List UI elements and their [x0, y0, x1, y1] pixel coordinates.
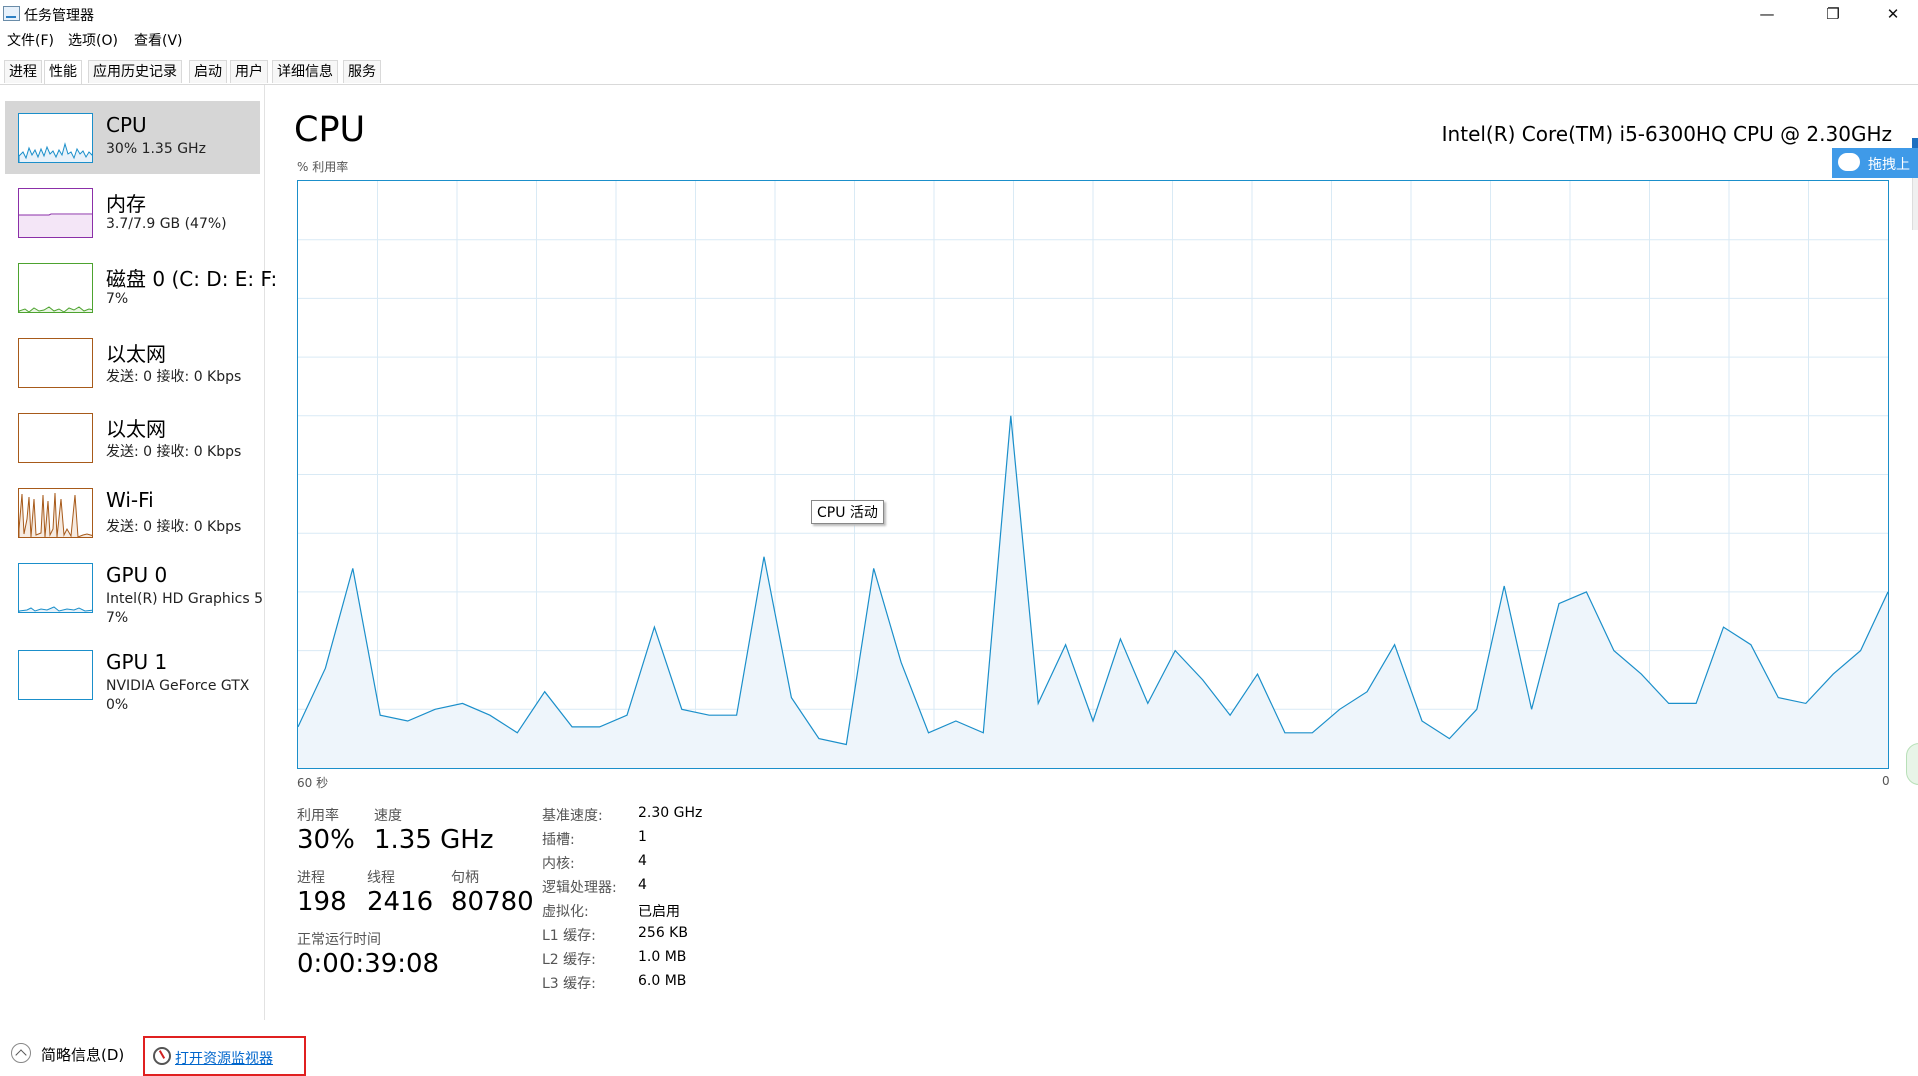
tab-services[interactable]: 服务: [343, 60, 381, 83]
task-manager-icon: [3, 6, 20, 21]
resource-monitor-icon: [153, 1047, 171, 1065]
handles-value: 80780: [451, 887, 534, 917]
tab-processes[interactable]: 进程: [4, 60, 42, 83]
spec-label: L3 缓存:: [542, 976, 596, 992]
sidebar-item-gpu-0[interactable]: GPU 0 Intel(R) HD Graphics 5 7%: [5, 551, 264, 626]
ethernet-thumbnail-graph: [18, 338, 93, 388]
sidebar-item-title: Wi-Fi: [106, 488, 154, 512]
sidebar-item-title: GPU 1: [106, 650, 168, 674]
sidebar-item-gpu-1[interactable]: GPU 1 NVIDIA GeForce GTX 0%: [5, 638, 260, 713]
cpu-model-name: Intel(R) Core(TM) i5-6300HQ CPU @ 2.30GH…: [1441, 122, 1892, 146]
sidebar-item-title: CPU: [106, 113, 147, 137]
sidebar-item-detail: 3.7/7.9 GB (47%): [106, 216, 227, 232]
sidebar-item-cpu[interactable]: CPU 30% 1.35 GHz: [5, 101, 260, 174]
spec-value: 已启用: [638, 904, 680, 920]
gpu0-thumbnail-graph: [18, 563, 93, 613]
graph-time-end-label: 0: [1882, 774, 1890, 788]
tab-app-history[interactable]: 应用历史记录: [88, 60, 182, 83]
sidebar-item-usage: 0%: [106, 697, 129, 713]
threads-value: 2416: [367, 887, 434, 917]
tab-users[interactable]: 用户: [230, 60, 268, 83]
gpu1-thumbnail-graph: [18, 650, 93, 700]
tab-performance[interactable]: 性能: [44, 60, 82, 84]
spec-label: 内核:: [542, 856, 575, 872]
threads-label: 线程: [367, 870, 395, 886]
tab-details[interactable]: 详细信息: [272, 60, 338, 83]
spec-value: 4: [638, 877, 647, 893]
graph-time-start-label: 60 秒: [297, 776, 329, 790]
uptime-label: 正常运行时间: [297, 932, 381, 948]
menu-view[interactable]: 查看(V): [134, 30, 183, 50]
spec-label: 插槽:: [542, 832, 575, 848]
window-title: 任务管理器: [24, 8, 94, 24]
widget-label: 拖拽上: [1868, 157, 1910, 173]
memory-thumbnail-graph: [18, 188, 93, 238]
sidebar-item-ethernet-1[interactable]: 以太网 发送: 0 接收: 0 Kbps: [5, 326, 260, 399]
spec-value: 1: [638, 829, 647, 845]
menu-file[interactable]: 文件(F): [7, 30, 54, 50]
graph-tooltip: CPU 活动: [811, 500, 884, 524]
wifi-thumbnail-graph: [18, 488, 93, 538]
spec-value: 2.30 GHz: [638, 805, 703, 821]
sidebar-item-detail: NVIDIA GeForce GTX: [106, 678, 250, 694]
disk-thumbnail-graph: [18, 263, 93, 313]
fewer-details-button[interactable]: 简略信息(D): [41, 1044, 124, 1065]
sidebar-item-title: 内存: [106, 192, 146, 216]
menu-options[interactable]: 选项(O): [68, 30, 118, 50]
sidebar-item-usage: 7%: [106, 610, 129, 626]
sidebar-item-title: GPU 0: [106, 563, 168, 587]
cloud-icon: [1838, 153, 1860, 171]
sidebar-item-title: 以太网: [106, 417, 166, 441]
ethernet-thumbnail-graph: [18, 413, 93, 463]
utilization-label: 利用率: [297, 808, 339, 824]
tab-bar: 进程 性能 应用历史记录 启动 用户 详细信息 服务: [0, 60, 1918, 85]
spec-label: L2 缓存:: [542, 952, 596, 968]
sidebar-item-title: 以太网: [106, 342, 166, 366]
spec-label: 逻辑处理器:: [542, 880, 617, 896]
sidebar-item-ethernet-2[interactable]: 以太网 发送: 0 接收: 0 Kbps: [5, 401, 260, 474]
maximize-button[interactable]: ❐: [1810, 0, 1856, 28]
spec-value: 6.0 MB: [638, 973, 687, 989]
utilization-value: 30%: [297, 825, 355, 855]
cpu-utilization-graph: [297, 180, 1889, 769]
footer-bar: 简略信息(D) 打开资源监视器: [0, 1030, 1918, 1076]
sidebar-item-detail: 发送: 0 接收: 0 Kbps: [106, 369, 242, 385]
sidebar-item-detail: Intel(R) HD Graphics 5: [106, 591, 264, 607]
utilization-axis-label: % 利用率: [297, 160, 349, 174]
speed-label: 速度: [374, 808, 402, 824]
sidebar-item-disk[interactable]: 磁盘 0 (C: D: E: F: 7%: [5, 251, 277, 324]
open-resource-monitor-link[interactable]: 打开资源监视器: [175, 1048, 273, 1068]
speed-value: 1.35 GHz: [374, 825, 494, 855]
resource-sidebar: CPU 30% 1.35 GHz 内存 3.7/7.9 GB (47%) 磁盘 …: [0, 85, 277, 1020]
spec-label: 虚拟化:: [542, 904, 589, 920]
handles-label: 句柄: [451, 870, 479, 886]
spec-label: L1 缓存:: [542, 928, 596, 944]
sidebar-item-detail: 7%: [106, 291, 129, 307]
floating-upload-widget[interactable]: 拖拽上: [1832, 148, 1918, 178]
processes-label: 进程: [297, 870, 325, 886]
processes-value: 198: [297, 887, 347, 917]
floating-widget-notch: [1912, 138, 1918, 148]
sidebar-item-detail: 30% 1.35 GHz: [106, 141, 206, 157]
cpu-thumbnail-graph: [18, 113, 93, 163]
sidebar-item-title: 磁盘 0 (C: D: E: F:: [106, 267, 278, 291]
uptime-value: 0:00:39:08: [297, 949, 440, 979]
page-title: CPU: [294, 110, 366, 150]
close-button[interactable]: ✕: [1870, 0, 1916, 28]
sidebar-item-detail: 发送: 0 接收: 0 Kbps: [106, 519, 242, 535]
floating-ball-icon[interactable]: [1906, 743, 1918, 785]
spec-value: 4: [638, 853, 647, 869]
sidebar-item-memory[interactable]: 内存 3.7/7.9 GB (47%): [5, 176, 260, 249]
sidebar-item-wifi[interactable]: Wi-Fi 发送: 0 接收: 0 Kbps: [5, 476, 260, 549]
tab-startup[interactable]: 启动: [189, 60, 227, 83]
resource-monitor-highlight: 打开资源监视器: [143, 1036, 306, 1076]
chevron-up-icon[interactable]: [11, 1043, 31, 1063]
spec-value: 256 KB: [638, 925, 688, 941]
spec-value: 1.0 MB: [638, 949, 687, 965]
spec-label: 基准速度:: [542, 808, 603, 824]
sidebar-item-detail: 发送: 0 接收: 0 Kbps: [106, 444, 242, 460]
minimize-button[interactable]: —: [1744, 0, 1790, 28]
title-bar: 任务管理器 — ❐ ✕: [0, 0, 1918, 28]
